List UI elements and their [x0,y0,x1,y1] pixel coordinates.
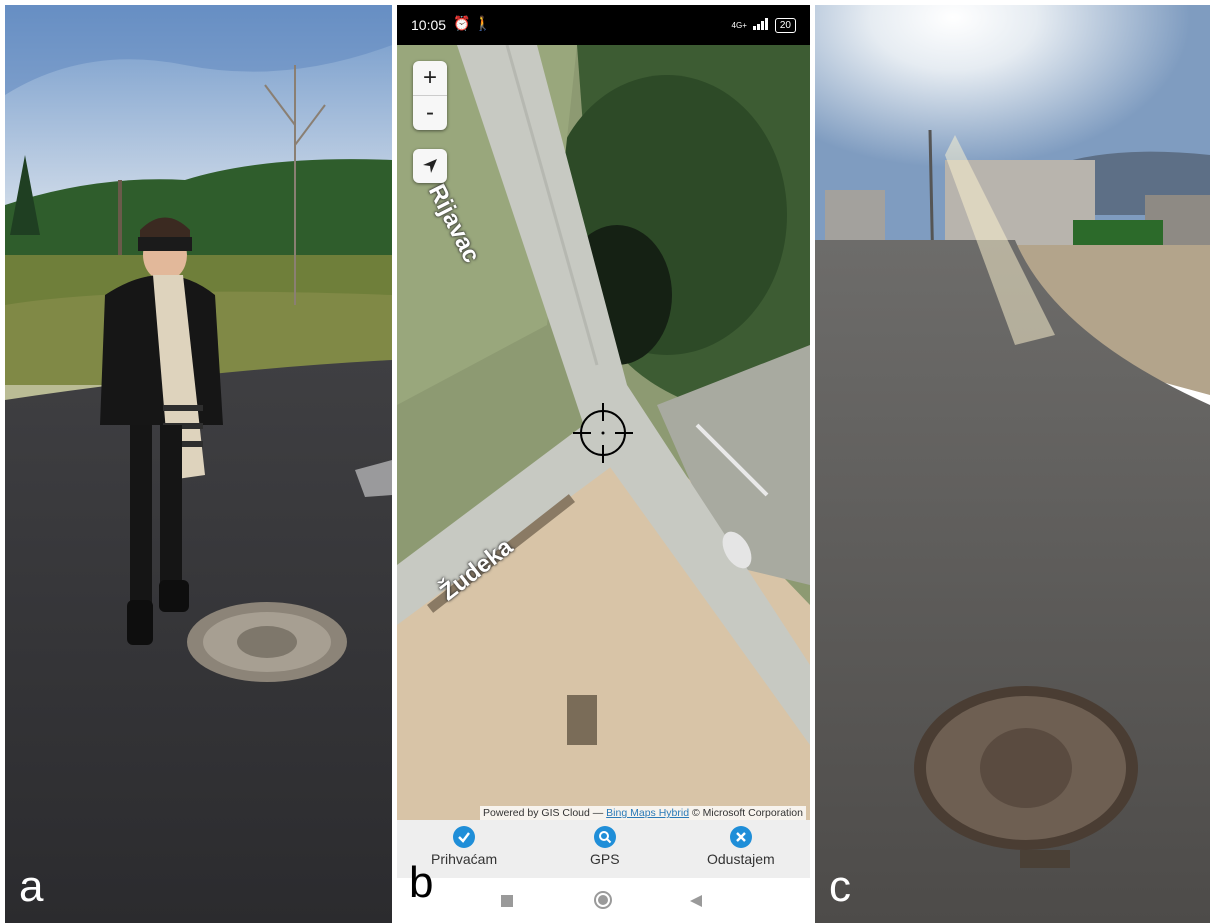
zoom-control: + - [413,61,447,130]
photo-panel-a: a [5,5,392,923]
accept-label: Prihvaćam [431,851,498,867]
battery-indicator: 20 [774,17,796,33]
phone-screenshot: 10:05 ⏰ 🚶 4G+ 20 Rijavac Žudeka + - Powe… [397,5,810,923]
attribution-prefix: Powered by GIS Cloud — [483,807,607,819]
close-icon [729,826,752,848]
search-icon [593,826,616,848]
panel-label-c: c [829,862,851,911]
status-left-icons: ⏰ 🚶 [453,15,492,32]
status-bar: 10:05 ⏰ 🚶 4G+ 20 [397,5,810,45]
gps-label: GPS [590,851,620,867]
zoom-out-button[interactable]: - [413,95,447,130]
check-icon [453,826,476,848]
network-label: 4G+ [731,20,747,30]
walking-icon: 🚶 [474,15,492,31]
location-arrow-icon [423,159,437,173]
android-nav-bar [397,878,810,923]
satellite-map[interactable]: Rijavac Žudeka + - Powered by GIS Cloud … [397,45,810,820]
action-bar: Prihvaćam GPS Odustajem [397,820,810,878]
panel-label-b: b [409,858,434,907]
alarm-icon: ⏰ [453,15,471,31]
status-time: 10:05 [411,17,447,33]
accept-button[interactable]: Prihvaćam [431,826,497,867]
status-right-icons: 4G+ 20 [732,17,796,33]
person-photo [5,5,392,923]
cancel-label: Odustajem [707,851,775,867]
back-button[interactable] [690,894,702,912]
circle-icon [594,891,612,909]
gps-button[interactable]: GPS [590,826,620,867]
panel-label-a: a [19,862,44,911]
locate-me-button[interactable] [413,149,447,183]
signal-icon [752,17,769,33]
bing-maps-link[interactable]: Bing Maps Hybrid [606,807,689,819]
zoom-in-button[interactable]: + [413,61,447,95]
map-attribution: Powered by GIS Cloud — Bing Maps Hybrid … [480,806,806,820]
map-imagery [397,45,810,820]
square-icon [501,895,513,907]
road-photo [815,5,1210,923]
recents-button[interactable] [501,894,513,912]
home-button[interactable] [593,890,613,915]
attribution-suffix: © Microsoft Corporation [689,807,803,819]
back-triangle-icon [690,895,702,907]
cancel-button[interactable]: Odustajem [707,826,775,867]
photo-panel-c: c [815,5,1210,923]
